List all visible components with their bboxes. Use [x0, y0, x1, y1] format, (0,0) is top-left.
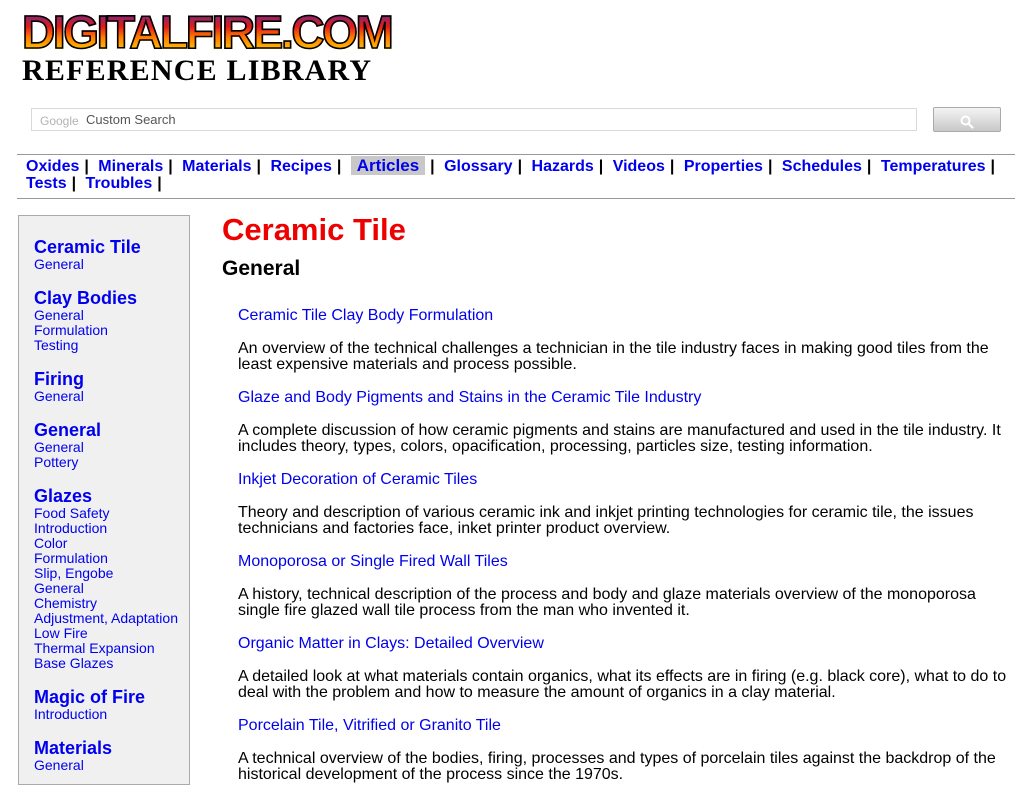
site-logo[interactable]: DIGITALFIRE.COM REFERENCE LIBRARY [21, 8, 414, 88]
sidebar-link-glazes-introduction[interactable]: Introduction [34, 521, 189, 536]
article-description: An overview of the technical challenges … [238, 340, 989, 373]
sidebar-link-glazes-general[interactable]: General [34, 581, 189, 596]
article-item: Ceramic Tile Clay Body Formulation An ove… [238, 307, 1008, 373]
sidebar-group-general: General General Pottery [34, 420, 189, 470]
nav-separator: | [517, 158, 523, 175]
article-title-link[interactable]: Monoporosa or Single Fired Wall Tiles [238, 553, 1008, 571]
nav-separator: | [168, 158, 173, 175]
article-item: Monoporosa or Single Fired Wall Tiles A h… [238, 553, 1008, 619]
nav-item-oxides[interactable]: Oxides [26, 158, 79, 175]
sidebar-heading-glazes[interactable]: Glazes [34, 486, 189, 506]
nav-separator: | [598, 158, 604, 175]
nav-separator: | [256, 158, 262, 175]
nav-separator: | [157, 175, 162, 192]
sidebar-heading-materials[interactable]: Materials [34, 738, 189, 758]
sidebar-link-glazes-slip-engobe[interactable]: Slip, Engobe [34, 566, 189, 581]
sidebar-link-magic-of-fire-introduction[interactable]: Introduction [34, 707, 189, 722]
sidebar-link-glazes-formulation[interactable]: Formulation [34, 551, 189, 566]
article-description: A history, technical description of the … [238, 586, 976, 619]
sidebar-heading-general[interactable]: General [34, 420, 189, 440]
article-item: Inkjet Decoration of Ceramic Tiles Theory… [238, 471, 1008, 537]
page-title: Ceramic Tile [222, 212, 406, 247]
sidebar-link-clay-bodies-testing[interactable]: Testing [34, 338, 189, 353]
sidebar-link-glazes-low-fire[interactable]: Low Fire [34, 626, 189, 641]
sidebar-link-general-general[interactable]: General [34, 440, 189, 455]
sidebar-group-magic-of-fire: Magic of Fire Introduction [34, 687, 189, 722]
sidebar-heading-firing[interactable]: Firing [34, 369, 189, 389]
main-content: Ceramic Tile General Ceramic Tile Clay B… [222, 210, 1007, 799]
sidebar-heading-ceramic-tile[interactable]: Ceramic Tile [34, 237, 189, 257]
nav-item-recipes[interactable]: Recipes [270, 158, 331, 175]
sidebar-link-ceramic-tile-general[interactable]: General [34, 257, 189, 272]
article-description: A complete discussion of how ceramic pig… [238, 422, 1001, 455]
nav-item-properties[interactable]: Properties [684, 158, 763, 175]
nav-separator: | [430, 158, 435, 175]
sidebar-link-clay-bodies-general[interactable]: General [34, 308, 189, 323]
sidebar-heading-magic-of-fire[interactable]: Magic of Fire [34, 687, 189, 707]
article-title-link[interactable]: Porcelain Tile, Vitrified or Granito Til… [238, 717, 1008, 735]
nav-bottom-divider [17, 198, 1015, 199]
sidebar-link-clay-bodies-formulation[interactable]: Formulation [34, 323, 189, 338]
sidebar-link-glazes-adjustment-adaptation[interactable]: Adjustment, Adaptation [34, 611, 189, 626]
sidebar-group-ceramic-tile: Ceramic Tile General [34, 237, 189, 272]
nav-separator: | [866, 158, 872, 175]
article-item: Porcelain Tile, Vitrified or Granito Til… [238, 717, 1008, 783]
article-list: Ceramic Tile Clay Body Formulation An ove… [238, 307, 1008, 783]
section-heading: General [222, 257, 301, 280]
nav-item-temperatures[interactable]: Temperatures [881, 158, 986, 175]
article-description: A technical overview of the bodies, firi… [238, 750, 996, 783]
article-title-link[interactable]: Organic Matter in Clays: Detailed Overvi… [238, 635, 1008, 653]
sidebar-link-glazes-chemistry[interactable]: Chemistry [34, 596, 189, 611]
nav-separator: | [767, 158, 773, 175]
sidebar-link-glazes-thermal-expansion[interactable]: Thermal Expansion [34, 641, 189, 656]
nav-item-glossary[interactable]: Glossary [444, 158, 512, 175]
article-title-link[interactable]: Ceramic Tile Clay Body Formulation [238, 307, 1008, 325]
search-input[interactable] [86, 111, 906, 128]
article-description: A detailed look at what materials contai… [238, 668, 1007, 701]
nav-item-hazards[interactable]: Hazards [532, 158, 594, 175]
sidebar-link-materials-general[interactable]: General [34, 758, 189, 773]
article-title-link[interactable]: Glaze and Body Pigments and Stains in th… [238, 389, 1008, 407]
nav-separator: | [990, 158, 995, 175]
nav-item-minerals[interactable]: Minerals [98, 158, 163, 175]
article-item: Organic Matter in Clays: Detailed Overvi… [238, 635, 1008, 701]
nav-item-schedules[interactable]: Schedules [782, 158, 862, 175]
logo-wordmark: DIGITALFIRE.COM [21, 8, 414, 56]
sidebar: Ceramic Tile General Clay Bodies General For… [18, 215, 190, 785]
nav-separator: | [336, 158, 342, 175]
nav-item-tests[interactable]: Tests [26, 175, 67, 192]
sidebar-group-firing: Firing General [34, 369, 189, 404]
sidebar-group-glazes: Glazes Food Safety Introduction Color Formul… [34, 486, 189, 671]
sidebar-link-general-pottery[interactable]: Pottery [34, 455, 189, 470]
article-item: Glaze and Body Pigments and Stains in th… [238, 389, 1008, 455]
search-box: Google [31, 108, 917, 131]
sidebar-group-clay-bodies: Clay Bodies General Formulation Testing [34, 288, 189, 353]
search-icon [960, 115, 974, 129]
sidebar-link-glazes-base-glazes[interactable]: Base Glazes [34, 656, 189, 671]
main-nav: Oxides | Minerals | Materials | Recipes | Ar… [26, 156, 1011, 192]
nav-item-troubles[interactable]: Troubles [86, 175, 153, 192]
nav-separator: | [84, 158, 89, 175]
nav-separator: | [669, 158, 675, 175]
nav-item-articles[interactable]: Articles [350, 156, 426, 175]
sidebar-link-firing-general[interactable]: General [34, 389, 189, 404]
nav-item-materials[interactable]: Materials [182, 158, 251, 175]
article-title-link[interactable]: Inkjet Decoration of Ceramic Tiles [238, 471, 1008, 489]
nav-top-divider [17, 154, 1015, 155]
sidebar-link-glazes-food-safety[interactable]: Food Safety [34, 506, 189, 521]
search-button[interactable] [933, 107, 1001, 132]
nav-item-videos[interactable]: Videos [613, 158, 665, 175]
sidebar-heading-clay-bodies[interactable]: Clay Bodies [34, 288, 189, 308]
sidebar-link-glazes-color[interactable]: Color [34, 536, 189, 551]
nav-separator: | [71, 175, 77, 192]
article-description: Theory and description of various cerami… [238, 504, 974, 537]
google-logo: Google [40, 114, 79, 128]
logo-subtitle: REFERENCE LIBRARY [22, 54, 373, 87]
